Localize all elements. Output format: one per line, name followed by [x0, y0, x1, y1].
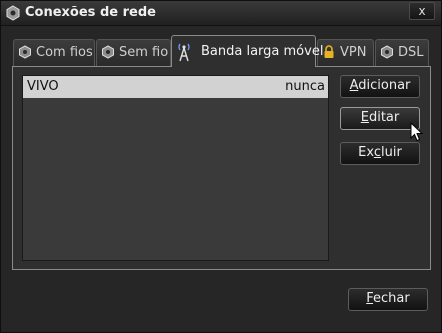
tab-label: VPN	[340, 45, 367, 60]
add-button[interactable]: Adicionar	[340, 75, 420, 98]
antenna-icon	[178, 43, 190, 62]
mnemonic-letter: F	[366, 291, 374, 306]
tab-label: Sem fio	[119, 45, 169, 60]
window-title: Conexões de rede	[25, 5, 156, 20]
edit-button[interactable]: Editar	[340, 107, 420, 130]
connection-last-used: nunca	[285, 79, 325, 94]
tab-panel: VIVO nunca Adicionar Editar Excluir	[12, 66, 431, 270]
button-label-part: dicionar	[358, 78, 411, 93]
button-label-part: echar	[373, 291, 410, 306]
button-label-part: Ex	[358, 145, 374, 160]
lock-icon	[324, 45, 334, 58]
delete-button[interactable]: Excluir	[340, 142, 420, 165]
mouse-cursor-icon	[410, 122, 424, 142]
connection-list[interactable]: VIVO nunca	[22, 75, 329, 261]
tab-mobile-broadband[interactable]: Banda larga móvel	[171, 35, 323, 67]
tab-vpn[interactable]: VPN	[317, 39, 374, 66]
network-connections-window: Conexões de rede x Com fios Sem fio Band…	[0, 0, 442, 333]
mnemonic-letter: A	[349, 78, 359, 93]
network-icon	[19, 45, 31, 59]
button-label-part: ditar	[368, 110, 400, 125]
network-icon	[381, 45, 393, 59]
tab-label: Banda larga móvel	[201, 44, 324, 59]
mnemonic-letter: E	[360, 110, 369, 125]
tab-wireless[interactable]: Sem fio	[96, 39, 171, 66]
tab-wired[interactable]: Com fios	[13, 39, 95, 66]
close-button[interactable]: Fechar	[348, 288, 428, 311]
close-window-button[interactable]: x	[409, 2, 435, 20]
tab-dsl[interactable]: DSL	[375, 39, 429, 66]
connection-name: VIVO	[27, 79, 59, 94]
mnemonic-letter: c	[373, 145, 382, 160]
tab-bar: Com fios Sem fio Banda larga móvel VPN D…	[13, 35, 429, 67]
tab-label: DSL	[398, 45, 424, 60]
connection-row[interactable]: VIVO nunca	[23, 76, 328, 98]
app-icon	[6, 5, 20, 21]
title-bar[interactable]: Conexões de rede x	[1, 1, 441, 26]
button-label-part: luir	[381, 145, 402, 160]
tab-label: Com fios	[36, 45, 93, 60]
network-icon	[102, 45, 114, 59]
close-icon: x	[418, 4, 426, 18]
